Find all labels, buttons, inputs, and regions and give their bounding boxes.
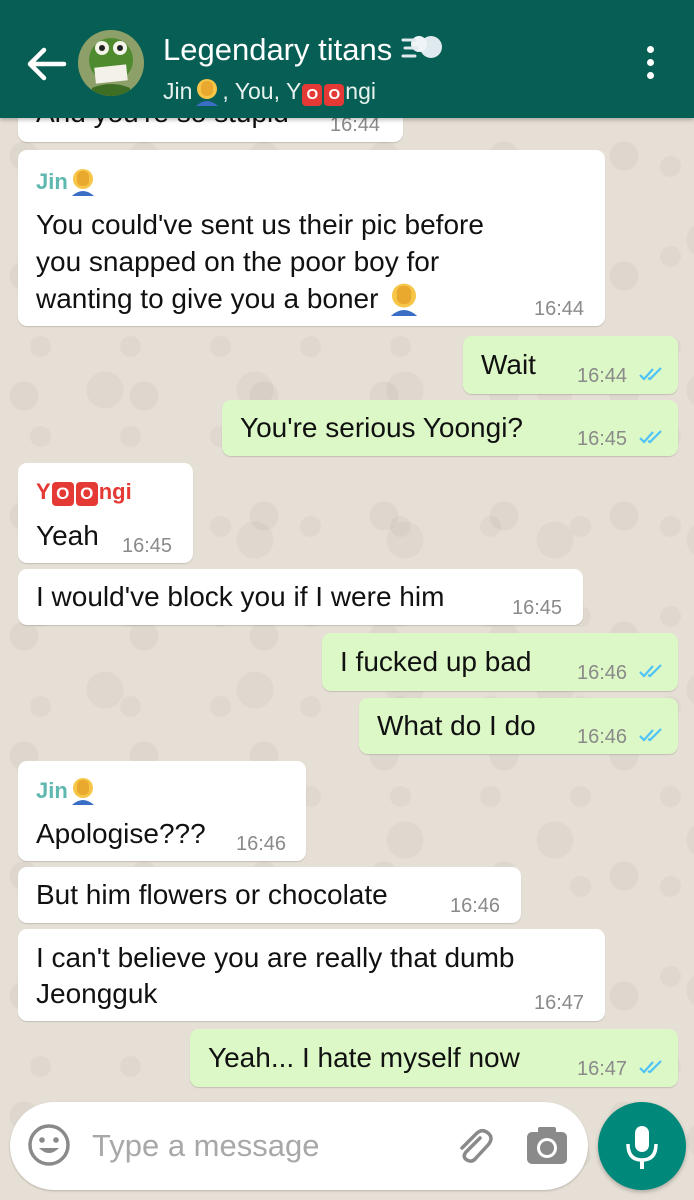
message-incoming[interactable]: Jin You could've sent us their pic befor… <box>18 150 605 326</box>
message-incoming[interactable]: I would've block you if I were him 16:45 <box>18 569 583 625</box>
message-incoming[interactable]: But him flowers or chocolate 16:46 <box>18 867 521 923</box>
message-text: Wait <box>481 349 536 380</box>
facepalm-emoji-icon <box>196 79 219 106</box>
message-line: I can't believe you are really that dumb <box>36 942 515 973</box>
group-name: Legendary titans <box>163 32 393 67</box>
message-incoming[interactable]: Jin Apologise??? 16:46 <box>18 761 306 861</box>
chat-header: Legendary titans Jin, You, Y O Ongi <box>0 0 694 118</box>
voice-record-button[interactable] <box>598 1102 686 1190</box>
message-text: I fucked up bad <box>340 646 532 677</box>
message-text: You're serious Yoongi? <box>240 412 523 443</box>
message-time: 16:46 <box>577 726 628 748</box>
message-time: 16:45 <box>577 428 628 450</box>
message-outgoing[interactable]: Yeah... I hate myself now 16:47 <box>190 1029 678 1087</box>
back-button[interactable] <box>24 44 68 84</box>
sender-name: Jin <box>36 775 98 805</box>
o-button-emoji-icon: O <box>51 482 74 506</box>
facepalm-emoji-icon <box>71 778 94 805</box>
message-text: Yeah <box>36 520 99 551</box>
arrow-left-icon <box>27 47 67 81</box>
group-avatar[interactable] <box>78 30 144 96</box>
message-text: Yeah... I hate myself now <box>208 1042 520 1073</box>
o-button-emoji-icon: O <box>324 84 345 106</box>
message-text: But him flowers or chocolate <box>36 879 388 910</box>
message-time: 16:44 <box>577 365 628 387</box>
message-incoming[interactable]: Y O Ongi Yeah 16:45 <box>18 463 193 563</box>
member-jin: Jin <box>163 78 193 104</box>
more-vert-icon <box>640 46 660 79</box>
message-outgoing[interactable]: What do I do 16:46 <box>359 698 678 754</box>
message-line: wanting to give you a boner <box>36 280 422 317</box>
message-outgoing[interactable]: Wait 16:44 <box>463 336 678 394</box>
message-line: Jeongguk <box>36 978 158 1009</box>
camera-icon <box>527 1127 567 1164</box>
o-button-emoji-icon: O <box>75 482 98 506</box>
chat-members[interactable]: Jin, You, Y O Ongi <box>163 76 376 106</box>
smiley-icon <box>28 1124 70 1166</box>
message-outgoing[interactable]: You're serious Yoongi? 16:45 <box>222 400 678 456</box>
microphone-icon <box>626 1126 658 1169</box>
message-time: 16:44 <box>534 298 585 320</box>
message-text: What do I do <box>377 710 536 741</box>
members-end: ngi <box>345 78 376 104</box>
camera-button[interactable] <box>524 1124 570 1168</box>
paperclip-icon <box>460 1129 493 1163</box>
message-time: 16:46 <box>450 895 501 917</box>
double-check-icon <box>639 1060 662 1074</box>
message-time: 16:45 <box>512 597 563 619</box>
facepalm-emoji-icon <box>391 283 418 316</box>
message-input[interactable] <box>92 1120 432 1172</box>
sender-name: Jin <box>36 166 98 196</box>
message-line: you snapped on the poor boy for <box>36 246 440 277</box>
message-text: I would've block you if I were him <box>36 581 445 612</box>
message-time: 16:47 <box>534 992 585 1014</box>
emoji-button[interactable] <box>26 1122 72 1168</box>
chat-title[interactable]: Legendary titans <box>163 30 445 68</box>
double-check-icon <box>639 430 662 444</box>
message-time: 16:46 <box>577 662 628 684</box>
attach-button[interactable] <box>450 1124 494 1168</box>
double-check-icon <box>639 664 662 678</box>
double-check-icon <box>639 367 662 381</box>
more-options-button[interactable] <box>640 46 660 82</box>
facepalm-emoji-icon <box>71 169 94 196</box>
message-incoming[interactable]: I can't believe you are really that dumb… <box>18 929 605 1021</box>
message-composer <box>10 1102 588 1190</box>
message-time: 16:47 <box>577 1058 628 1080</box>
message-line: You could've sent us their pic before <box>36 209 484 240</box>
message-time: 16:46 <box>236 833 287 855</box>
o-button-emoji-icon: O <box>302 84 323 106</box>
members-rest: , You, Y <box>222 78 302 104</box>
message-time: 16:45 <box>122 535 173 557</box>
dash-emoji-icon <box>401 36 442 58</box>
frog-avatar-icon <box>78 30 144 96</box>
double-check-icon <box>639 728 662 742</box>
message-outgoing[interactable]: I fucked up bad 16:46 <box>322 633 678 691</box>
message-text: Apologise??? <box>36 818 206 849</box>
sender-name: Y O Ongi <box>36 479 132 506</box>
